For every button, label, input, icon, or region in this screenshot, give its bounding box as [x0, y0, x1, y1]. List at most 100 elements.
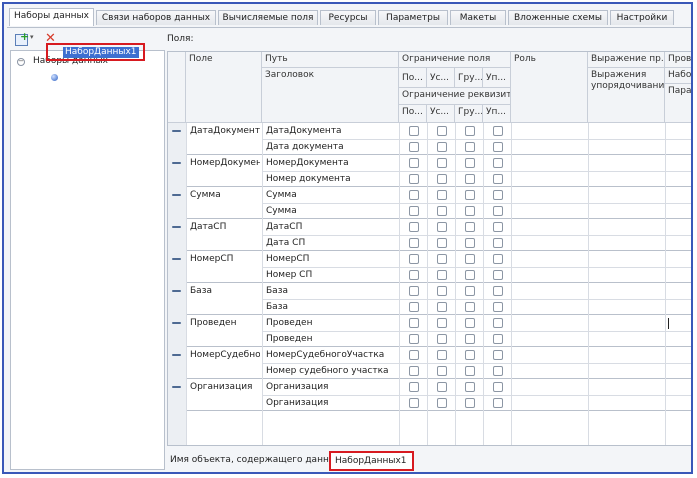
checkbox[interactable] — [409, 238, 419, 248]
field-cell[interactable]: НомерДокумен — [190, 155, 260, 171]
checkbox[interactable] — [409, 126, 419, 136]
checkbox[interactable] — [493, 350, 503, 360]
header-expr[interactable]: Выражение пр... — [588, 52, 665, 68]
field-cell[interactable]: Сумма — [190, 187, 260, 203]
title-cell[interactable]: Сумма — [266, 203, 397, 219]
checkbox[interactable] — [437, 174, 447, 184]
checkbox[interactable] — [409, 158, 419, 168]
title-cell[interactable]: Дата СП — [266, 235, 397, 251]
header-order-expr[interactable]: Выражения упорядочивания — [588, 68, 665, 123]
header-restr-col-4[interactable]: Уп... — [483, 68, 511, 88]
field-cell[interactable]: Организация — [190, 379, 260, 395]
field-cell[interactable]: База — [190, 283, 260, 299]
header-attr-col-3[interactable]: Гру... — [455, 105, 483, 123]
datasets-tree[interactable]: − Наборы данных — [10, 50, 165, 470]
header-attr-col-2[interactable]: Ус... — [427, 105, 455, 123]
checkbox[interactable] — [465, 238, 475, 248]
tab-nested-schemas[interactable]: Вложенные схемы — [508, 10, 608, 25]
header-field-restriction[interactable]: Ограничение поля — [399, 52, 511, 68]
checkbox[interactable] — [493, 190, 503, 200]
checkbox[interactable] — [409, 206, 419, 216]
checkbox[interactable] — [465, 254, 475, 264]
checkbox[interactable] — [493, 174, 503, 184]
field-cell[interactable]: НомерСудебног — [190, 347, 260, 363]
title-cell[interactable]: Номер судебного участка — [266, 363, 397, 379]
checkbox[interactable] — [409, 190, 419, 200]
header-attr-col-1[interactable]: По... — [399, 105, 427, 123]
checkbox[interactable] — [437, 206, 447, 216]
tab-settings[interactable]: Настройки — [610, 10, 674, 25]
chevron-down-icon[interactable]: ▾ — [30, 33, 34, 41]
checkbox[interactable] — [493, 302, 503, 312]
checkbox[interactable] — [409, 350, 419, 360]
checkbox[interactable] — [409, 222, 419, 232]
header-set[interactable]: Набор с — [665, 68, 691, 84]
tree-item-dataset1[interactable]: НаборДанных1 — [63, 47, 139, 58]
checkbox[interactable] — [465, 286, 475, 296]
checkbox[interactable] — [465, 142, 475, 152]
header-title[interactable]: Заголовок — [262, 68, 399, 123]
title-cell[interactable]: Номер документа — [266, 171, 397, 187]
header-restr-col-2[interactable]: Ус... — [427, 68, 455, 88]
path-cell[interactable]: ДатаДокумента — [266, 123, 397, 139]
path-cell[interactable]: ДатаСП — [266, 219, 397, 235]
checkbox[interactable] — [493, 206, 503, 216]
checkbox[interactable] — [493, 382, 503, 392]
path-cell[interactable]: Организация — [266, 379, 397, 395]
checkbox[interactable] — [465, 222, 475, 232]
tab-layouts[interactable]: Макеты — [450, 10, 506, 25]
checkbox[interactable] — [465, 126, 475, 136]
title-cell[interactable]: Номер СП — [266, 267, 397, 283]
collapse-icon[interactable] — [172, 322, 181, 324]
checkbox[interactable] — [437, 270, 447, 280]
collapse-icon[interactable] — [172, 194, 181, 196]
checkbox[interactable] — [493, 366, 503, 376]
checkbox[interactable] — [409, 302, 419, 312]
checkbox[interactable] — [409, 270, 419, 280]
title-cell[interactable]: Проведен — [266, 331, 397, 347]
checkbox[interactable] — [437, 350, 447, 360]
collapse-icon[interactable] — [172, 258, 181, 260]
checkbox[interactable] — [493, 222, 503, 232]
checkbox[interactable] — [493, 398, 503, 408]
checkbox[interactable] — [437, 366, 447, 376]
collapse-icon[interactable]: − — [17, 58, 25, 66]
checkbox[interactable] — [465, 398, 475, 408]
header-restr-col-1[interactable]: По... — [399, 68, 427, 88]
tab-datasets[interactable]: Наборы данных — [9, 8, 94, 26]
checkbox[interactable] — [409, 286, 419, 296]
checkbox[interactable] — [409, 366, 419, 376]
checkbox[interactable] — [437, 334, 447, 344]
path-cell[interactable]: НомерСудебногоУчастка — [266, 347, 397, 363]
checkbox[interactable] — [465, 318, 475, 328]
header-role[interactable]: Роль — [511, 52, 588, 123]
checkbox[interactable] — [493, 158, 503, 168]
header-check[interactable]: Провер — [665, 52, 691, 68]
field-cell[interactable]: ДатаСП — [190, 219, 260, 235]
checkbox[interactable] — [493, 126, 503, 136]
checkbox[interactable] — [409, 254, 419, 264]
path-cell[interactable]: Сумма — [266, 187, 397, 203]
checkbox[interactable] — [493, 286, 503, 296]
fields-table[interactable]: Поле Путь Заголовок Ограничение поля По.… — [167, 51, 691, 446]
checkbox[interactable] — [437, 190, 447, 200]
checkbox[interactable] — [465, 158, 475, 168]
checkbox[interactable] — [465, 270, 475, 280]
checkbox[interactable] — [409, 382, 419, 392]
checkbox[interactable] — [465, 302, 475, 312]
title-cell[interactable]: Организация — [266, 395, 397, 411]
checkbox[interactable] — [493, 142, 503, 152]
checkbox[interactable] — [437, 126, 447, 136]
header-params[interactable]: Парамe — [665, 84, 691, 123]
checkbox[interactable] — [437, 318, 447, 328]
header-field[interactable]: Поле — [186, 52, 262, 123]
checkbox[interactable] — [465, 190, 475, 200]
collapse-icon[interactable] — [172, 290, 181, 292]
header-attr-restriction[interactable]: Ограничение реквизит... — [399, 88, 511, 105]
checkbox[interactable] — [437, 142, 447, 152]
path-cell[interactable]: Проведен — [266, 315, 397, 331]
path-cell[interactable]: НомерДокумента — [266, 155, 397, 171]
tab-parameters[interactable]: Параметры — [378, 10, 448, 25]
collapse-icon[interactable] — [172, 226, 181, 228]
checkbox[interactable] — [437, 254, 447, 264]
